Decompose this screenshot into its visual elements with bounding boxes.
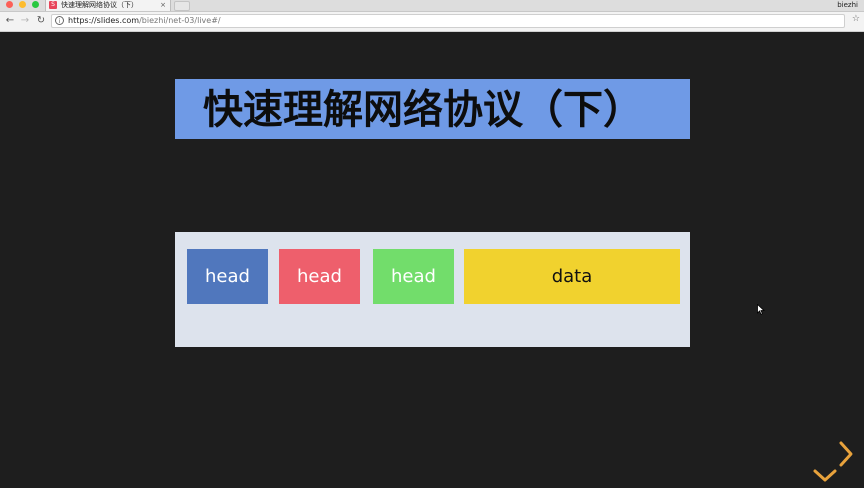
packet-segment-head-3: head xyxy=(373,249,454,304)
tab-close-button[interactable]: × xyxy=(160,0,166,10)
slide-title: 快速理解网络协议（下） xyxy=(203,87,643,133)
profile-name[interactable]: biezhi xyxy=(837,0,858,10)
slides-favicon-icon: S xyxy=(49,1,57,9)
zoom-window-button[interactable] xyxy=(32,1,39,8)
down-slide-arrow-icon[interactable] xyxy=(812,468,838,488)
mouse-cursor-icon xyxy=(757,300,766,319)
next-slide-arrow-icon[interactable] xyxy=(838,440,854,472)
browser-tab[interactable]: S 快速理解网络协议（下） × xyxy=(45,0,171,11)
close-window-button[interactable] xyxy=(6,1,13,8)
packet-diagram: head head head data xyxy=(175,232,690,347)
back-arrow-icon[interactable]: ← xyxy=(3,14,17,28)
minimize-window-button[interactable] xyxy=(19,1,26,8)
forward-arrow-icon[interactable]: → xyxy=(18,14,32,28)
reload-icon[interactable]: ↻ xyxy=(34,14,48,28)
slide-title-banner: 快速理解网络协议（下） xyxy=(175,79,690,139)
browser-toolbar: ← → ↻ i https://slides.com/biezhi/net-03… xyxy=(0,12,864,32)
packet-segment-head-1: head xyxy=(187,249,268,304)
new-tab-button[interactable] xyxy=(174,1,190,11)
url-text[interactable]: https://slides.com/biezhi/net-03/live#/ xyxy=(68,15,221,27)
url-host: https://slides.com xyxy=(68,16,140,25)
info-icon[interactable]: i xyxy=(55,16,64,25)
address-bar[interactable]: i https://slides.com/biezhi/net-03/live#… xyxy=(51,14,845,28)
tab-title: 快速理解网络协议（下） xyxy=(61,1,138,9)
bookmark-star-icon[interactable]: ☆ xyxy=(852,15,860,24)
packet-segment-head-2: head xyxy=(279,249,360,304)
browser-tab-strip: S 快速理解网络协议（下） × biezhi xyxy=(0,0,864,12)
packet-segment-data: data xyxy=(464,249,680,304)
url-path: /biezhi/net-03/live#/ xyxy=(139,16,221,25)
